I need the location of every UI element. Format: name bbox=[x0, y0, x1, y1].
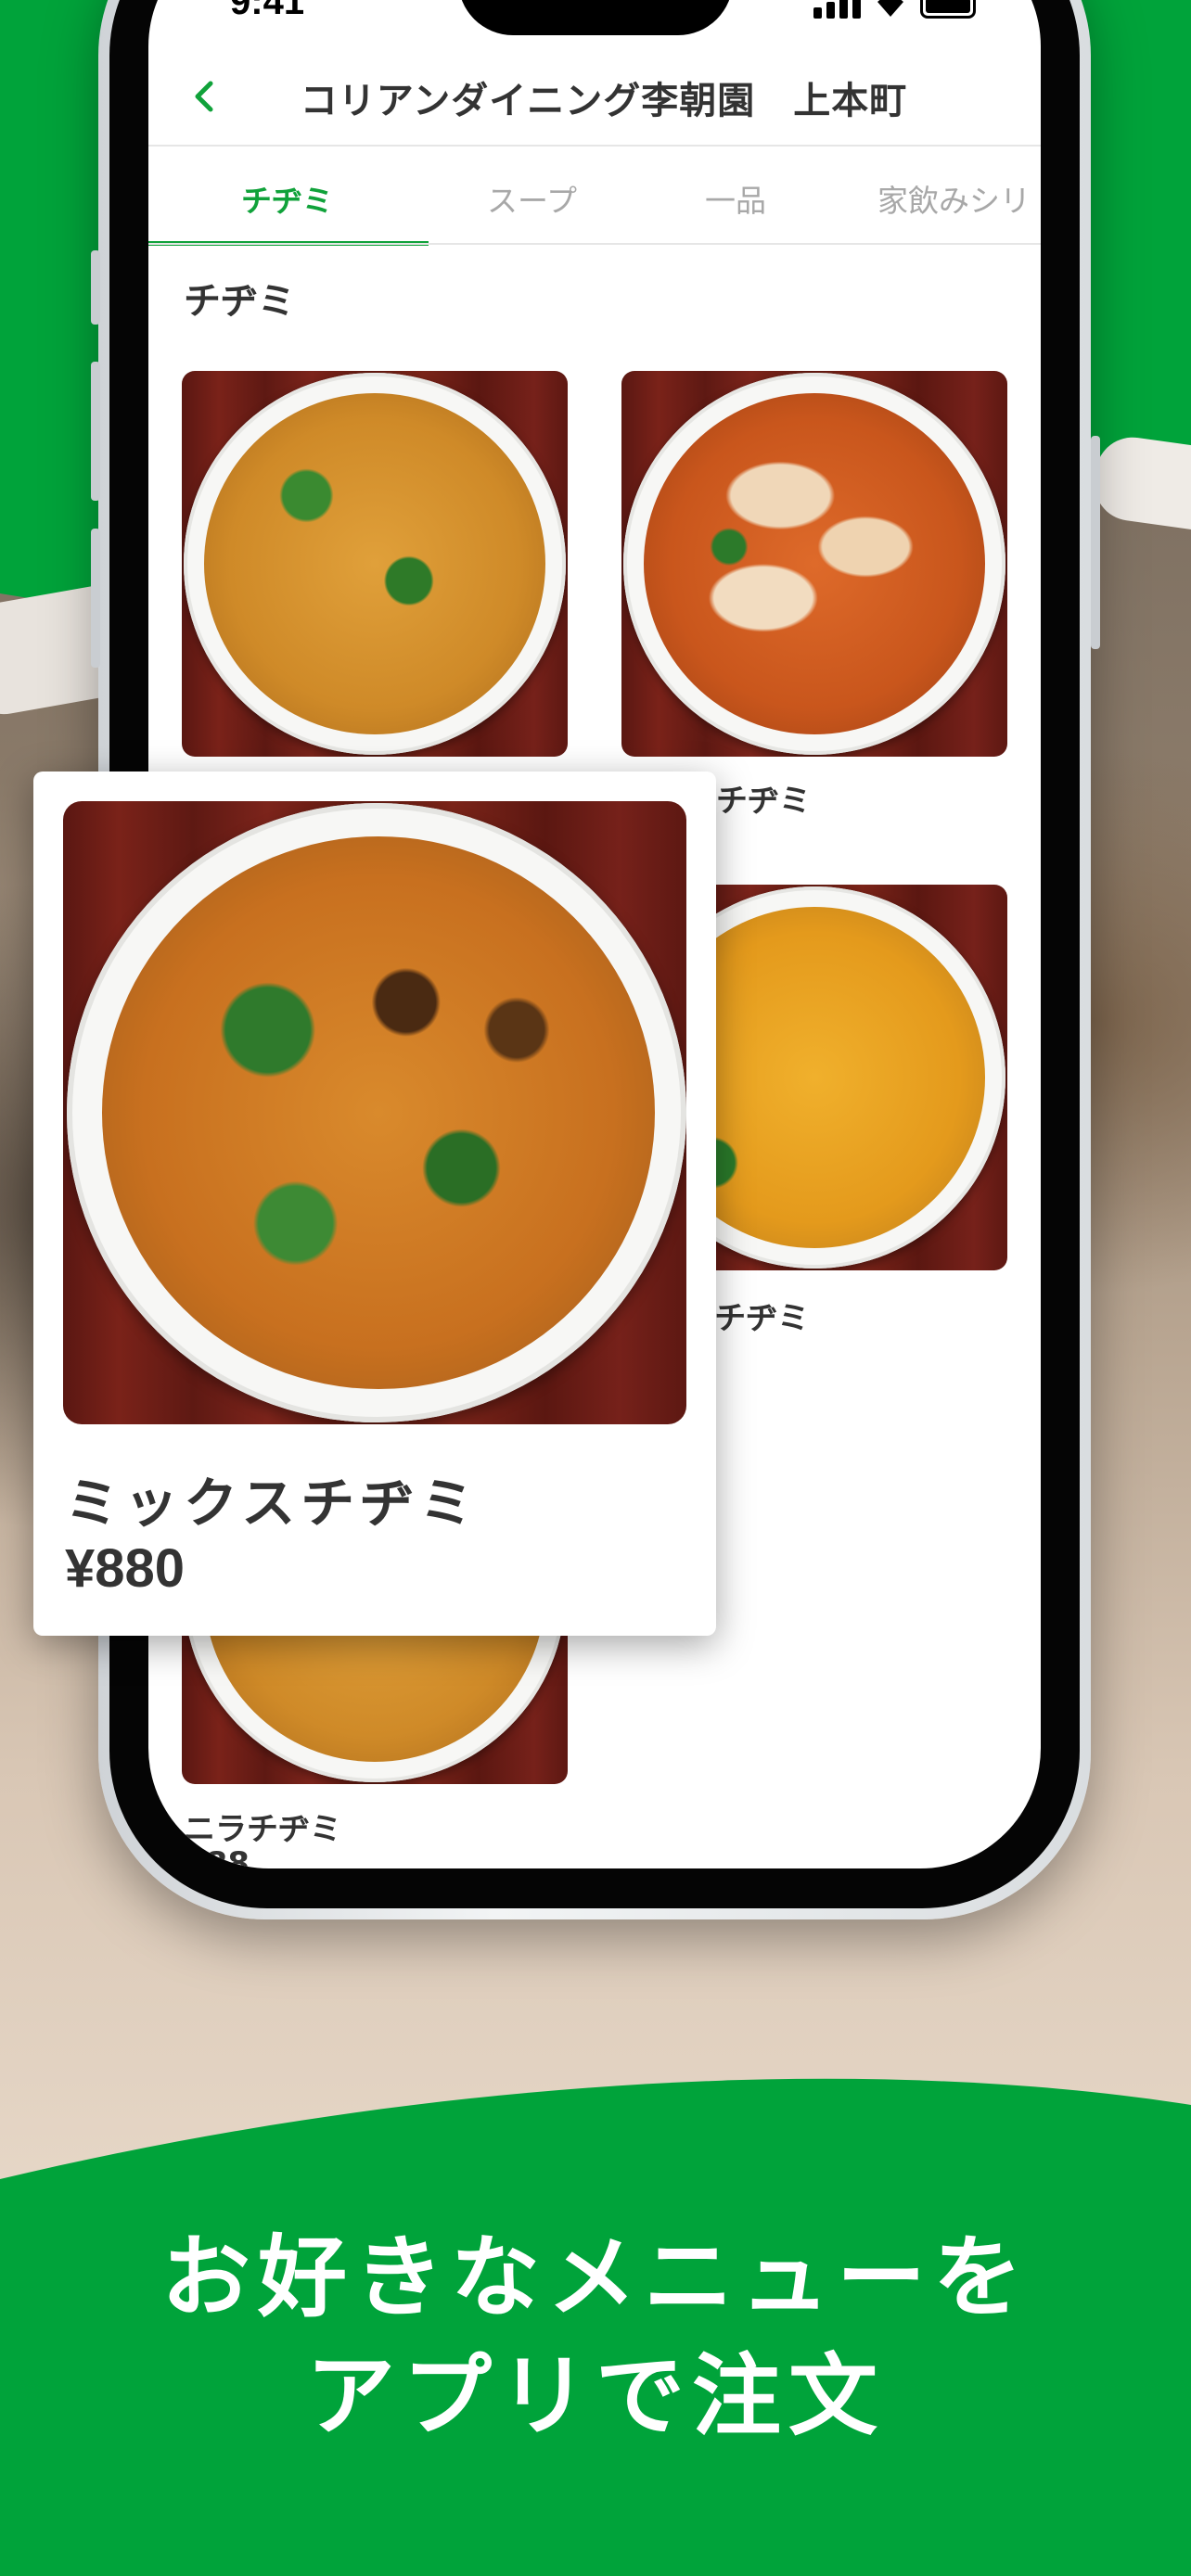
popup-item-name: ミックスチヂミ bbox=[65, 1472, 480, 1535]
menu-item-image[interactable] bbox=[182, 371, 568, 757]
popup-item-image bbox=[63, 801, 686, 1424]
section-title: チヂミ bbox=[184, 280, 295, 323]
signal-icon bbox=[813, 0, 861, 19]
phone-volume-down bbox=[91, 529, 100, 668]
menu-item-image[interactable] bbox=[621, 371, 1007, 757]
store-title: コリアンダイニング李朝園 上本町 bbox=[300, 80, 908, 122]
phone-side-button bbox=[91, 250, 100, 325]
dynamic-island bbox=[458, 0, 733, 35]
battery-icon bbox=[920, 0, 976, 19]
phone-power-button bbox=[1091, 436, 1100, 649]
popup-item-price: ¥880 bbox=[65, 1538, 186, 1599]
menu-item-price: ¥88 bbox=[184, 1845, 250, 1868]
phone-volume-up bbox=[91, 362, 100, 501]
caption-line-1: お好きなメニューを bbox=[161, 2225, 1030, 2329]
back-button[interactable] bbox=[180, 72, 228, 121]
status-icons bbox=[813, 0, 976, 19]
tabs-divider bbox=[148, 243, 1041, 245]
tab-chijimi[interactable]: チヂミ bbox=[241, 176, 333, 221]
tab-ienomi[interactable]: 家飲みシリ bbox=[877, 176, 1031, 221]
tab-ippin[interactable]: 一品 bbox=[705, 176, 766, 221]
status-time: 9:41 bbox=[230, 0, 305, 22]
wifi-icon bbox=[877, 0, 903, 17]
nav-divider bbox=[148, 145, 1041, 147]
category-tabs: チヂミ スープ 一品 家飲みシリ bbox=[148, 148, 1041, 246]
tab-soup[interactable]: スープ bbox=[487, 176, 577, 221]
menu-item-name[interactable]: ニラチヂミ bbox=[184, 1804, 341, 1849]
menu-item-popup-card[interactable]: ミックスチヂミ ¥880 bbox=[33, 772, 716, 1636]
caption-line-2: アプリで注文 bbox=[306, 2344, 885, 2448]
chevron-left-icon bbox=[195, 81, 213, 112]
